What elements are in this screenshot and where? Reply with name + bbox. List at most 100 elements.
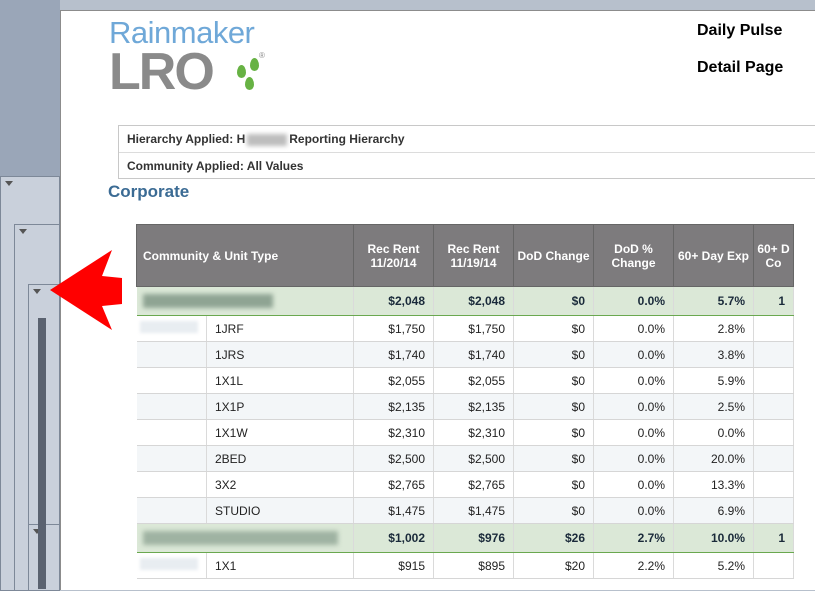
table-cell: 13.3%: [673, 471, 754, 498]
table-cell: $0: [513, 419, 594, 446]
table-cell: [753, 393, 794, 420]
hierarchy-suffix: Reporting Hierarchy: [289, 132, 405, 146]
table-cell: $2,135: [353, 393, 434, 420]
redacted-community-name[interactable]: [136, 286, 354, 316]
collapse-triangle-icon[interactable]: [19, 229, 27, 234]
unit-type-cell: 3X2: [206, 471, 354, 498]
column-header[interactable]: DoD % Change: [593, 224, 674, 287]
table-cell: [753, 445, 794, 472]
table-row: 1X1 $915 $895 $20 2.2% 5.2%: [136, 552, 794, 579]
table-row: 1JRF $1,750 $1,750 $0 0.0% 2.8%: [136, 315, 794, 342]
collapse-triangle-icon[interactable]: [5, 181, 13, 186]
unit-type-cell: 1X1P: [206, 393, 354, 420]
table-cell: 0.0%: [593, 286, 674, 316]
table-cell: 0.0%: [593, 367, 674, 394]
table-cell: 1: [753, 286, 794, 316]
table-cell: $0: [513, 445, 594, 472]
red-arrow-icon: [50, 250, 122, 330]
table-cell: $0: [513, 286, 594, 316]
table-cell: [136, 471, 207, 498]
table-cell: $20: [513, 552, 594, 579]
table-cell: [136, 445, 207, 472]
redacted-label: [136, 552, 207, 579]
table-cell: 10.0%: [673, 523, 754, 553]
collapse-triangle-icon[interactable]: [33, 289, 41, 294]
registered-mark: ®: [259, 51, 265, 60]
table-cell: $915: [353, 552, 434, 579]
report-subtitle: Detail Page: [697, 59, 784, 76]
column-header[interactable]: 60+ D Co: [753, 224, 794, 287]
report-title: Daily Pulse: [697, 22, 783, 39]
hierarchy-filter: Hierarchy Applied: H Reporting Hierarchy: [119, 126, 815, 152]
table-cell: 6.9%: [673, 497, 754, 524]
section-title: Corporate: [108, 182, 190, 201]
table-cell: $2,048: [433, 286, 514, 316]
table-cell: $1,002: [353, 523, 434, 553]
table-cell: 2.7%: [593, 523, 674, 553]
column-header[interactable]: DoD Change: [513, 224, 594, 287]
table-cell: $2,765: [433, 471, 514, 498]
table-cell: $2,765: [353, 471, 434, 498]
table-row: 1X1W $2,310 $2,310 $0 0.0% 0.0%: [136, 419, 794, 446]
table-cell: [753, 341, 794, 368]
logo-bottom-text: LRO: [109, 43, 215, 101]
redacted-label: [136, 315, 207, 342]
table-cell: 0.0%: [593, 315, 674, 342]
table-cell: [753, 552, 794, 579]
table-cell: [136, 341, 207, 368]
column-header[interactable]: 60+ Day Exp: [673, 224, 754, 287]
filter-summary: Hierarchy Applied: H Reporting Hierarchy …: [118, 125, 815, 179]
table-cell: [753, 367, 794, 394]
table-cell: 0.0%: [593, 393, 674, 420]
unit-type-cell: 1X1: [206, 552, 354, 579]
table-cell: 0.0%: [593, 341, 674, 368]
table-cell: [753, 471, 794, 498]
table-cell: [753, 419, 794, 446]
redacted-community-name[interactable]: [136, 523, 354, 553]
table-cell: 0.0%: [593, 497, 674, 524]
table-cell: $0: [513, 367, 594, 394]
column-header[interactable]: Rec Rent 11/19/14: [433, 224, 514, 287]
table-cell: [136, 419, 207, 446]
table-cell: [136, 367, 207, 394]
table-header-row: Community & Unit Type Rec Rent 11/20/14 …: [136, 224, 794, 287]
table-cell: $2,500: [353, 445, 434, 472]
table-row: 2BED $2,500 $2,500 $0 0.0% 20.0%: [136, 445, 794, 472]
column-header[interactable]: Community & Unit Type: [136, 224, 354, 287]
table-cell: $1,750: [433, 315, 514, 342]
table-cell: 2.5%: [673, 393, 754, 420]
table-cell: 0.0%: [593, 445, 674, 472]
table-cell: $2,135: [433, 393, 514, 420]
report-page: Rainmaker LRO ® Daily Pulse Detail Page …: [60, 10, 815, 590]
table-cell: $2,310: [353, 419, 434, 446]
table-cell: $1,740: [433, 341, 514, 368]
unit-type-cell: 1X1W: [206, 419, 354, 446]
table-cell: $26: [513, 523, 594, 553]
table-cell: $0: [513, 471, 594, 498]
table-cell: $1,475: [353, 497, 434, 524]
table-row: 3X2 $2,765 $2,765 $0 0.0% 13.3%: [136, 471, 794, 498]
table-cell: $895: [433, 552, 514, 579]
table-cell: [136, 393, 207, 420]
table-cell: $1,475: [433, 497, 514, 524]
table-cell: 0.0%: [593, 471, 674, 498]
column-header[interactable]: Rec Rent 11/20/14: [353, 224, 434, 287]
table-cell: $2,055: [353, 367, 434, 394]
community-summary-row[interactable]: $2,048 $2,048 $0 0.0% 5.7% 1: [136, 286, 794, 316]
table-cell: 0.0%: [593, 419, 674, 446]
table-cell: 1: [753, 523, 794, 553]
community-summary-row[interactable]: $1,002 $976 $26 2.7% 10.0% 1: [136, 523, 794, 553]
table-row: 1JRS $1,740 $1,740 $0 0.0% 3.8%: [136, 341, 794, 368]
table-cell: $976: [433, 523, 514, 553]
table-cell: $1,750: [353, 315, 434, 342]
table-cell: [753, 497, 794, 524]
table-cell: [753, 315, 794, 342]
unit-type-cell: 1X1L: [206, 367, 354, 394]
table-cell: $0: [513, 393, 594, 420]
unit-type-cell: 2BED: [206, 445, 354, 472]
detail-table: Community & Unit Type Rec Rent 11/20/14 …: [136, 224, 794, 579]
panel-scrollbar[interactable]: [38, 318, 46, 589]
table-cell: $1,740: [353, 341, 434, 368]
redacted-text: [247, 133, 288, 146]
table-cell: 0.0%: [673, 419, 754, 446]
